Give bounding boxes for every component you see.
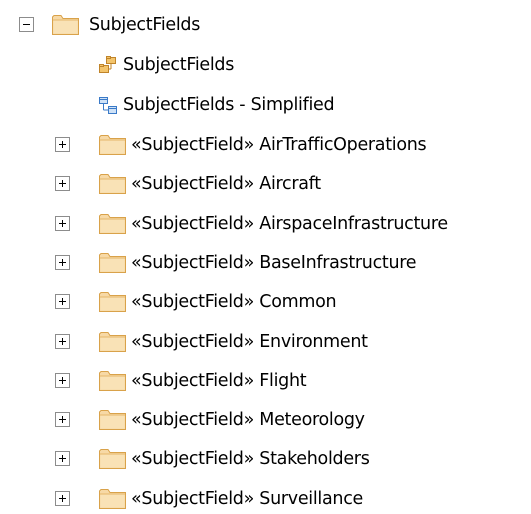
tree-node-subjectfield[interactable]: «SubjectField» Meteorology — [0, 405, 531, 435]
tree-node-label: SubjectFields — [123, 55, 235, 75]
tree-node-label: SubjectFields - Simplified — [123, 95, 335, 115]
tree-node-subjectfield[interactable]: «SubjectField» AirTrafficOperations — [0, 130, 531, 160]
folder-icon — [99, 214, 126, 234]
tree-node-label: «SubjectField» Stakeholders — [131, 449, 370, 469]
tree-node-subjectfield[interactable]: «SubjectField» Stakeholders — [0, 444, 531, 474]
folder-icon — [99, 332, 126, 352]
tree-node-subjectfield[interactable]: «SubjectField» AirspaceInfrastructure — [0, 209, 531, 239]
expand-toggle-icon[interactable] — [55, 334, 70, 349]
tree-node-label: «SubjectField» AirTrafficOperations — [131, 135, 427, 155]
tree-node-label: «SubjectField» Flight — [131, 371, 307, 391]
tree-node-root[interactable]: SubjectFields — [0, 10, 531, 40]
expand-toggle-icon[interactable] — [55, 137, 70, 152]
expand-toggle-icon[interactable] — [55, 216, 70, 231]
tree-node-subjectfield[interactable]: «SubjectField» Environment — [0, 327, 531, 357]
tree-node-label: «SubjectField» Common — [131, 292, 337, 312]
folder-icon — [52, 15, 79, 35]
folder-icon — [99, 174, 126, 194]
expand-toggle-icon[interactable] — [55, 412, 70, 427]
folder-icon — [99, 371, 126, 391]
tree-node-subjectfield[interactable]: «SubjectField» Common — [0, 287, 531, 317]
tree-node-subjectfield[interactable]: «SubjectField» Surveillance — [0, 484, 531, 514]
project-browser-tree: SubjectFields SubjectFields SubjectField… — [0, 0, 531, 511]
package-diagram-icon — [99, 56, 116, 73]
tree-node-label: «SubjectField» AirspaceInfrastructure — [131, 214, 448, 234]
folder-icon — [99, 410, 126, 430]
folder-icon — [99, 253, 126, 273]
expand-toggle-icon[interactable] — [55, 176, 70, 191]
expand-toggle-icon[interactable] — [55, 255, 70, 270]
tree-node-label: «SubjectField» Surveillance — [131, 489, 363, 509]
tree-node-label: «SubjectField» Environment — [131, 332, 368, 352]
tree-node-diagram[interactable]: SubjectFields — [0, 50, 531, 80]
tree-node-label: «SubjectField» Aircraft — [131, 174, 321, 194]
collapse-toggle-icon[interactable] — [19, 17, 34, 32]
tree-node-label: «SubjectField» Meteorology — [131, 410, 365, 430]
folder-icon — [99, 292, 126, 312]
tree-node-subjectfield[interactable]: «SubjectField» BaseInfrastructure — [0, 248, 531, 278]
class-diagram-icon — [99, 97, 117, 114]
expand-toggle-icon[interactable] — [55, 373, 70, 388]
expand-toggle-icon[interactable] — [55, 294, 70, 309]
expand-toggle-icon[interactable] — [55, 491, 70, 506]
tree-node-subjectfield[interactable]: «SubjectField» Flight — [0, 366, 531, 396]
tree-node-label: SubjectFields — [89, 15, 201, 35]
expand-toggle-icon[interactable] — [55, 451, 70, 466]
folder-icon — [99, 489, 126, 509]
tree-node-label: «SubjectField» BaseInfrastructure — [131, 253, 417, 273]
tree-node-diagram[interactable]: SubjectFields - Simplified — [0, 90, 531, 120]
tree-node-subjectfield[interactable]: «SubjectField» Aircraft — [0, 169, 531, 199]
folder-icon — [99, 135, 126, 155]
folder-icon — [99, 449, 126, 469]
